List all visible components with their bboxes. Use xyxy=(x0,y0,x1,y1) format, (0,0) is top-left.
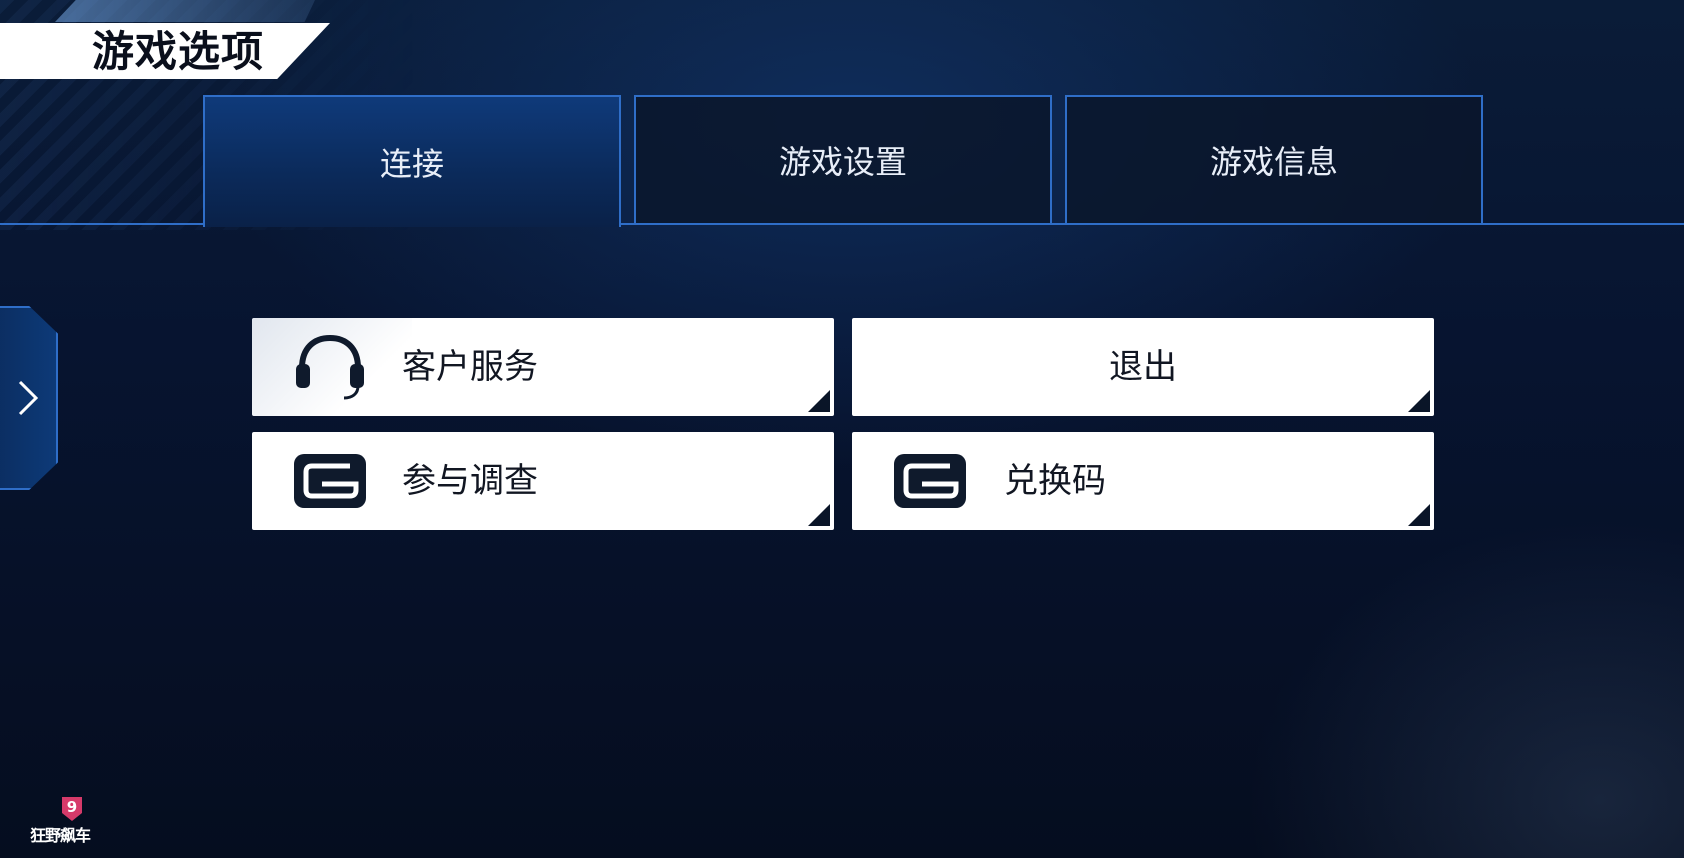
gameloft-logo-icon xyxy=(294,454,366,508)
chevron-right-icon xyxy=(18,380,39,416)
exit-button[interactable]: 退出 xyxy=(852,318,1434,416)
gameloft-logo-icon xyxy=(894,454,966,508)
customer-service-button[interactable]: 客户服务 xyxy=(252,318,834,416)
logo-text: 狂野飙车 xyxy=(30,826,91,845)
headset-icon xyxy=(296,334,364,400)
tab-game-settings[interactable]: 游戏设置 xyxy=(634,95,1052,223)
corner-marker xyxy=(1408,390,1430,412)
tab-game-info-label: 游戏信息 xyxy=(1209,143,1338,181)
redeem-code-label: 兑换码 xyxy=(1004,461,1106,501)
survey-label: 参与调查 xyxy=(402,461,538,501)
corner-marker xyxy=(808,390,830,412)
survey-button[interactable]: 参与调查 xyxy=(252,432,834,530)
title-accent xyxy=(55,0,315,22)
logo-badge: 9 xyxy=(67,798,77,816)
redeem-code-button[interactable]: 兑换码 xyxy=(852,432,1434,530)
corner-marker xyxy=(1408,504,1430,526)
tab-connect[interactable]: 连接 xyxy=(203,95,621,227)
tab-game-info[interactable]: 游戏信息 xyxy=(1065,95,1483,223)
tab-game-settings-label: 游戏设置 xyxy=(778,143,907,181)
game-options-screen: 游戏选项 连接 游戏设置 游戏信息 客户服务 退出 参与调查 兑换码 9 狂野飙… xyxy=(0,0,1684,858)
corner-marker xyxy=(808,504,830,526)
page-title: 游戏选项 xyxy=(92,27,265,76)
exit-label: 退出 xyxy=(1109,347,1177,387)
customer-service-label: 客户服务 xyxy=(402,347,538,387)
tab-connect-label: 连接 xyxy=(379,145,444,183)
